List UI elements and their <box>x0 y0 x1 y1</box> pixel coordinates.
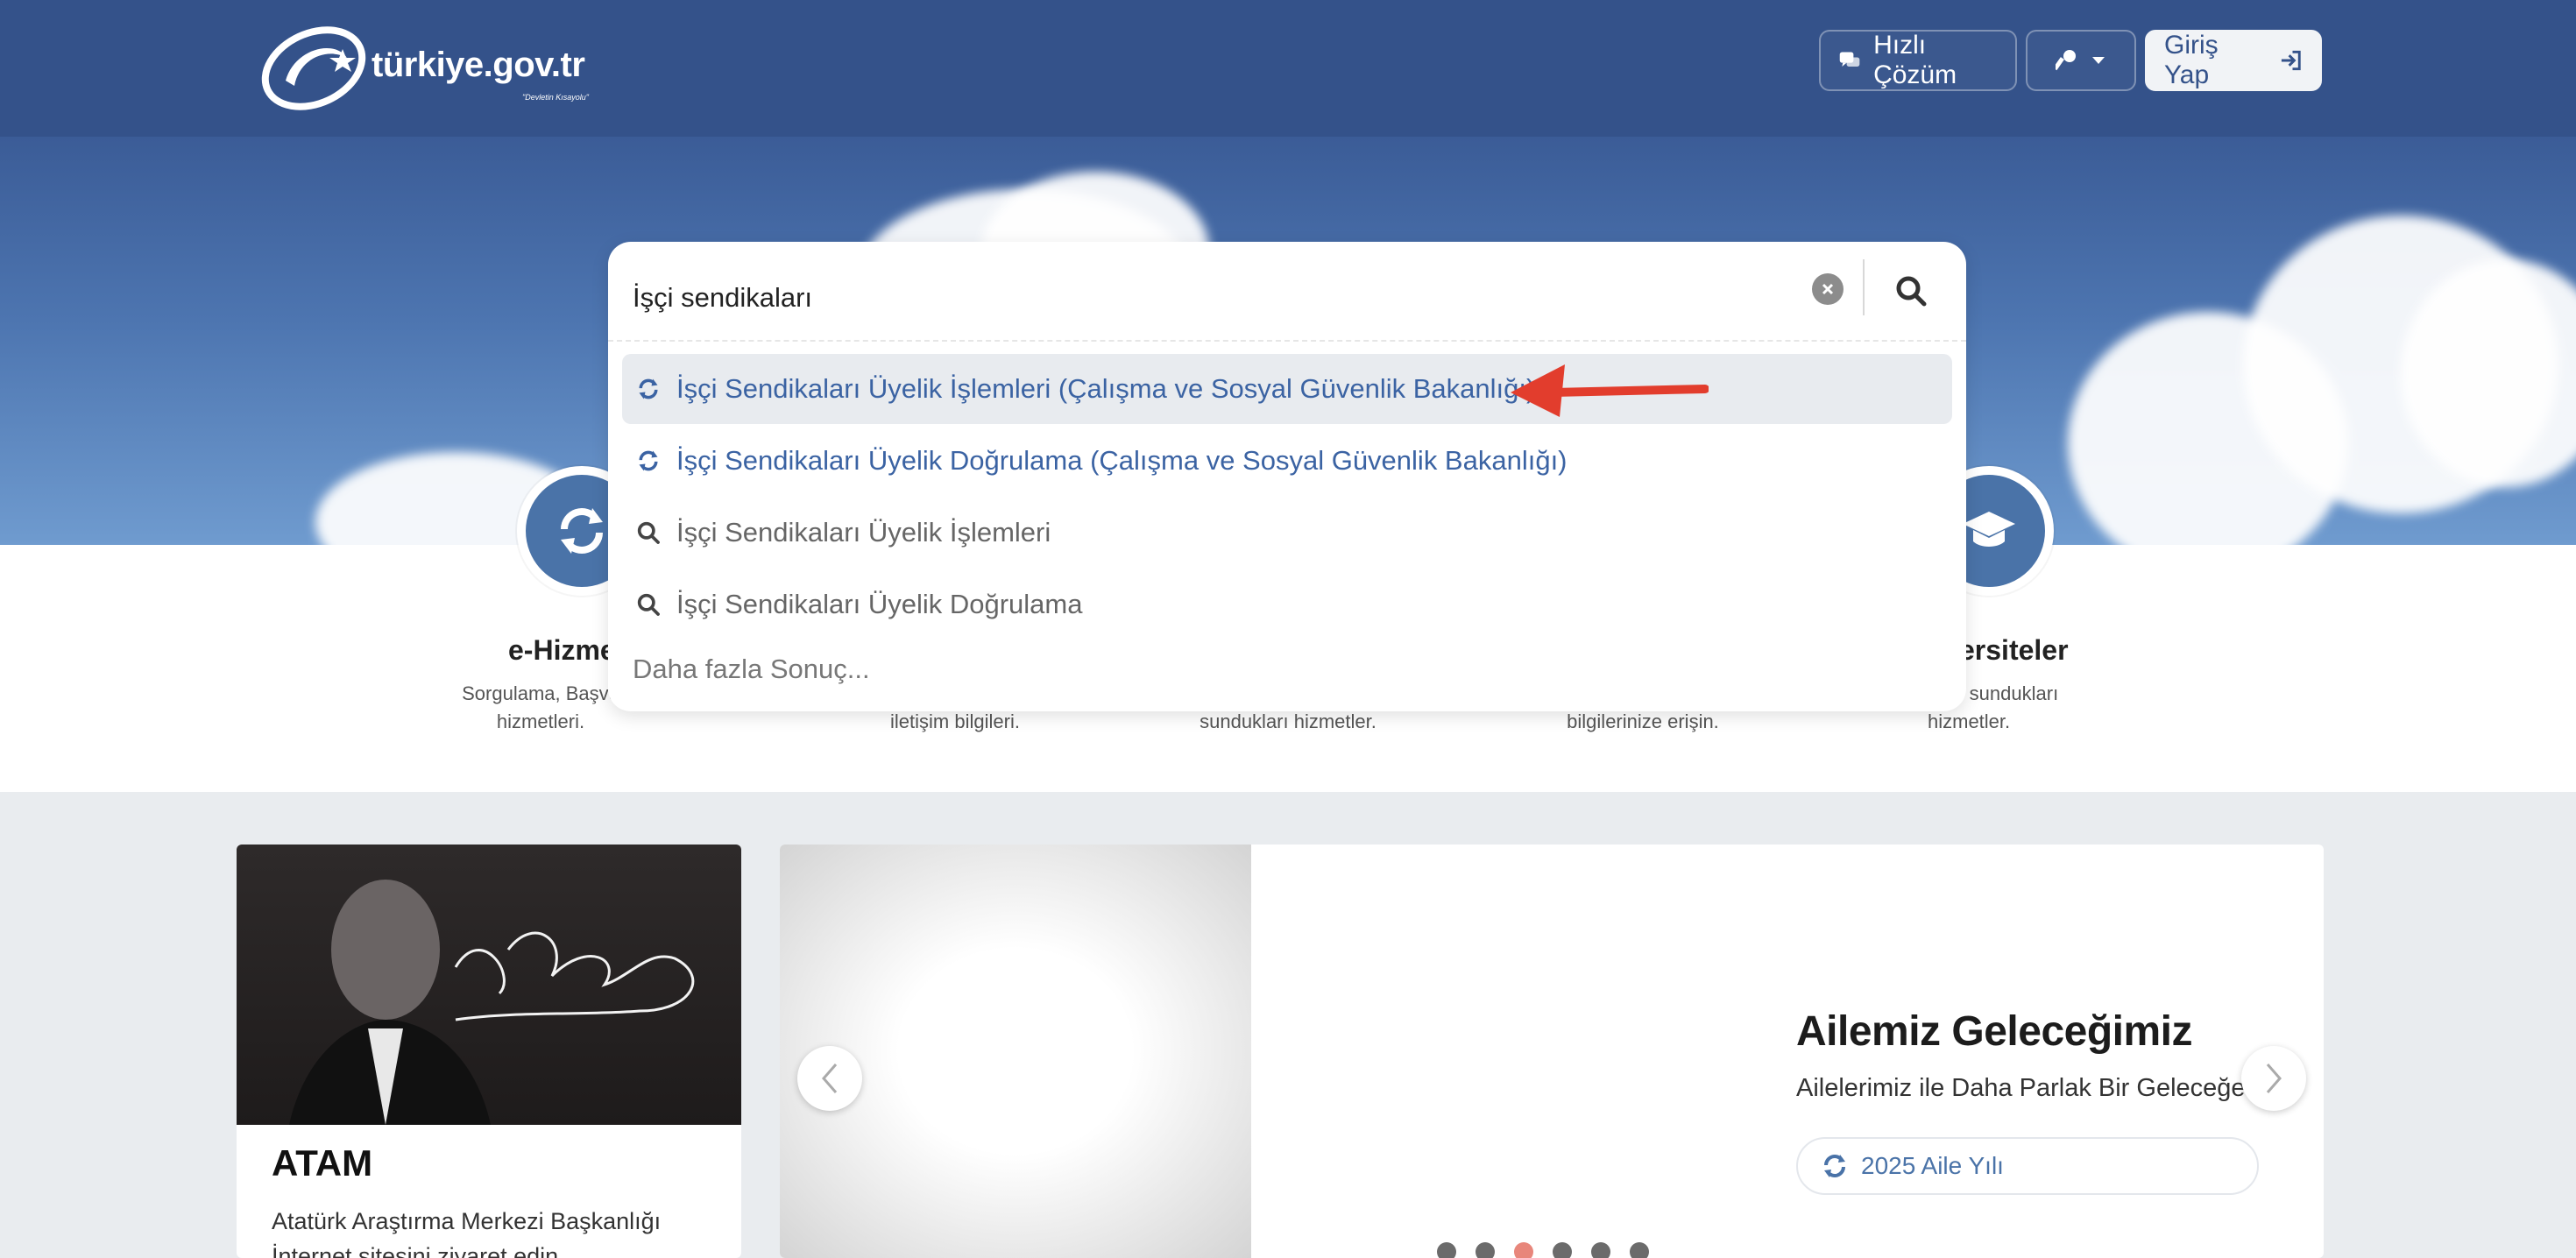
search-submit-button[interactable] <box>1884 265 1938 317</box>
service-desc-hidden: bilgilerinize erişin. <box>1567 710 1719 732</box>
search-separator <box>608 340 1966 342</box>
suggestion-item[interactable]: İşçi Sendikaları Üyelik Doğrulama <box>622 569 1952 640</box>
close-icon <box>1822 283 1834 295</box>
refresh-icon <box>1824 1155 1845 1177</box>
universities-desc-line: hizmetler. <box>1928 710 2011 732</box>
atam-description: Atatürk Araştırma Merkezi Başkanlığı İnt… <box>272 1208 662 1258</box>
chevron-right-icon <box>2266 1064 2282 1093</box>
carousel-dot[interactable] <box>1630 1242 1649 1258</box>
key-menu-button[interactable] <box>2026 30 2136 91</box>
search-icon <box>637 521 660 544</box>
search-autocomplete-panel: İşçi Sendikaları Üyelik İşlemleri (Çalış… <box>608 242 1966 711</box>
graduation-cap-icon <box>1963 512 2015 547</box>
logo-text: türkiye.gov.tr <box>372 46 585 84</box>
carousel-prev-button[interactable] <box>797 1046 862 1111</box>
quick-solution-button[interactable]: Hızlı Çözüm <box>1819 30 2017 91</box>
suggestion-label: İşçi Sendikaları Üyelik Doğrulama <box>676 589 1083 619</box>
atam-card[interactable]: ATAM Atatürk Araştırma Merkezi Başkanlığ… <box>237 845 741 1258</box>
suggestion-item[interactable]: İşçi Sendikaları Üyelik İşlemleri <box>622 498 1952 568</box>
aile-yili-label: 2025 Aile Yılı <box>1861 1152 2004 1179</box>
chevron-left-icon <box>822 1064 838 1093</box>
carousel-dot[interactable] <box>1437 1242 1456 1258</box>
search-divider <box>1863 259 1865 315</box>
carousel: Ailemiz Geleceğimiz Ailelerimiz ile Daha… <box>780 845 2324 1258</box>
atam-title: ATAM <box>272 1142 373 1184</box>
annotation-arrow-icon <box>1511 364 1709 417</box>
universities-title: ersiteler <box>1959 634 2069 666</box>
suggestion-label: İşçi Sendikaları Üyelik Doğrulama (Çalış… <box>676 445 1568 476</box>
search-input[interactable] <box>633 273 1772 322</box>
suggestion-label: İşçi Sendikaları Üyelik İşlemleri (Çalış… <box>676 373 1536 404</box>
refresh-icon <box>561 508 603 554</box>
ataturk-portrait-image <box>289 880 695 1125</box>
clear-search-button[interactable] <box>1812 273 1844 305</box>
e-services-title: e-Hizme <box>508 634 616 666</box>
carousel-dots <box>1437 1242 1649 1258</box>
suggestion-label: İşçi Sendikaları Üyelik İşlemleri <box>676 517 1051 548</box>
slide-title: Ailemiz Geleceğimiz <box>1796 1008 2193 1055</box>
suggestion-item[interactable]: İşçi Sendikaları Üyelik Doğrulama (Çalış… <box>622 426 1952 496</box>
service-desc-hidden: iletişim bilgileri. <box>890 710 1020 732</box>
more-results-link[interactable]: Daha fazla Sonuç... <box>633 654 870 685</box>
sign-in-icon <box>2281 50 2301 71</box>
e-services-description: Sorgulama, Başvu hizmetleri. <box>449 680 633 736</box>
suggestion-item[interactable]: İşçi Sendikaları Üyelik İşlemleri (Çalış… <box>622 354 1952 424</box>
carousel-next-button[interactable] <box>2241 1046 2306 1111</box>
turkiye-gov-logo[interactable]: türkiye.gov.tr "Devletin Kısayolu" <box>259 23 610 110</box>
login-button[interactable]: Giriş Yap <box>2145 30 2322 91</box>
crescent-star-logo-icon <box>261 26 366 110</box>
carousel-dot[interactable] <box>1476 1242 1495 1258</box>
e-services-desc-line: hizmetleri. <box>496 710 585 732</box>
carousel-dot[interactable] <box>1591 1242 1610 1258</box>
aile-yili-button[interactable]: 2025 Aile Yılı <box>1796 1137 2259 1195</box>
refresh-icon <box>639 450 658 471</box>
key-icon <box>2056 50 2076 71</box>
caret-down-icon <box>2092 57 2105 64</box>
slide-image <box>780 845 1251 1258</box>
search-icon <box>637 593 660 616</box>
ataturk-photo <box>237 845 741 1125</box>
e-services-desc-line: Sorgulama, Başvu <box>462 682 619 704</box>
slide-subtitle: Ailelerimiz ile Daha Parlak Bir Geleceğe… <box>1796 1074 2253 1102</box>
chat-bubbles-icon <box>1839 52 1860 67</box>
top-navbar: türkiye.gov.tr "Devletin Kısayolu" Hızlı… <box>0 0 2576 137</box>
service-desc-hidden: sundukları hizmetler. <box>1200 710 1376 732</box>
quick-solution-label: Hızlı Çözüm <box>1873 31 1957 89</box>
refresh-icon <box>639 378 658 399</box>
login-label: Giriş Yap <box>2164 31 2219 89</box>
carousel-dot[interactable] <box>1514 1242 1533 1258</box>
search-icon <box>1896 276 1927 307</box>
logo-tagline: "Devletin Kısayolu" <box>522 93 589 102</box>
carousel-dot[interactable] <box>1553 1242 1572 1258</box>
